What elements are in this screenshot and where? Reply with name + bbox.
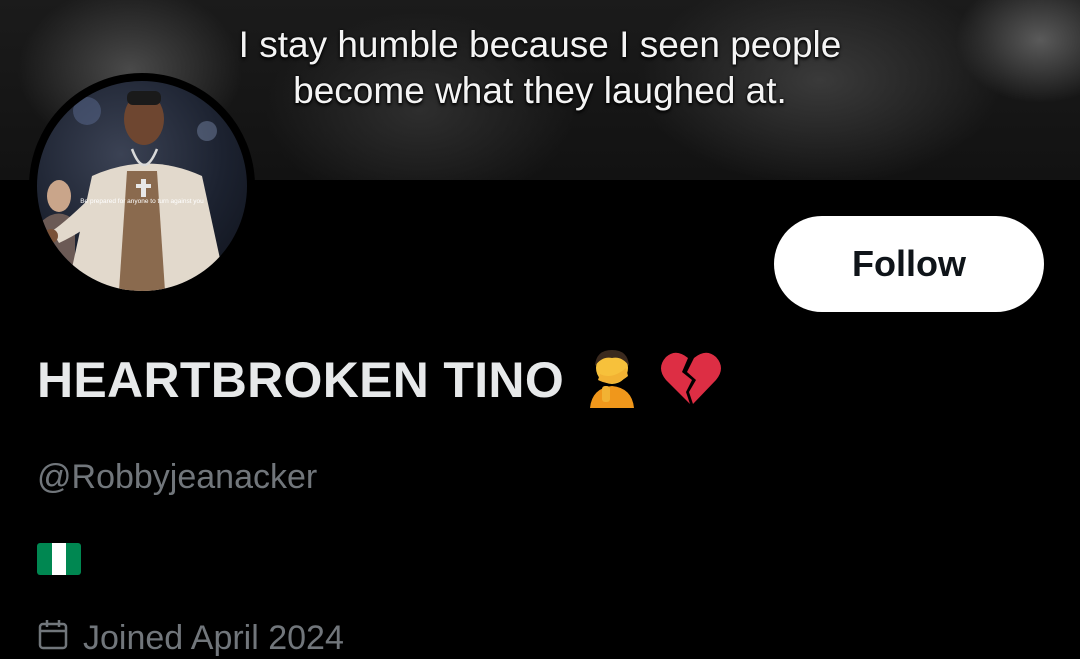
avatar-overlay-text: Be prepared for anyone to turn against y… — [80, 198, 204, 205]
banner-caption-line-1: I stay humble because I seen people — [238, 24, 842, 65]
nigeria-flag-icon — [37, 543, 81, 575]
display-name-text: HEARTBROKEN TINO — [37, 351, 565, 408]
avatar[interactable]: Be prepared for anyone to turn against y… — [37, 81, 247, 291]
display-name: HEARTBROKEN TINO — [37, 346, 722, 413]
joined-date: Joined April 2024 — [37, 618, 344, 659]
broken-heart-icon — [660, 348, 722, 411]
follow-button[interactable]: Follow — [774, 216, 1044, 312]
calendar-icon — [37, 618, 69, 659]
profile-handle: @Robbyjeanacker — [37, 458, 318, 496]
avatar-photo: Be prepared for anyone to turn against y… — [42, 91, 227, 291]
person-facepalming-icon — [582, 346, 642, 413]
joined-date-text: Joined April 2024 — [83, 619, 344, 657]
